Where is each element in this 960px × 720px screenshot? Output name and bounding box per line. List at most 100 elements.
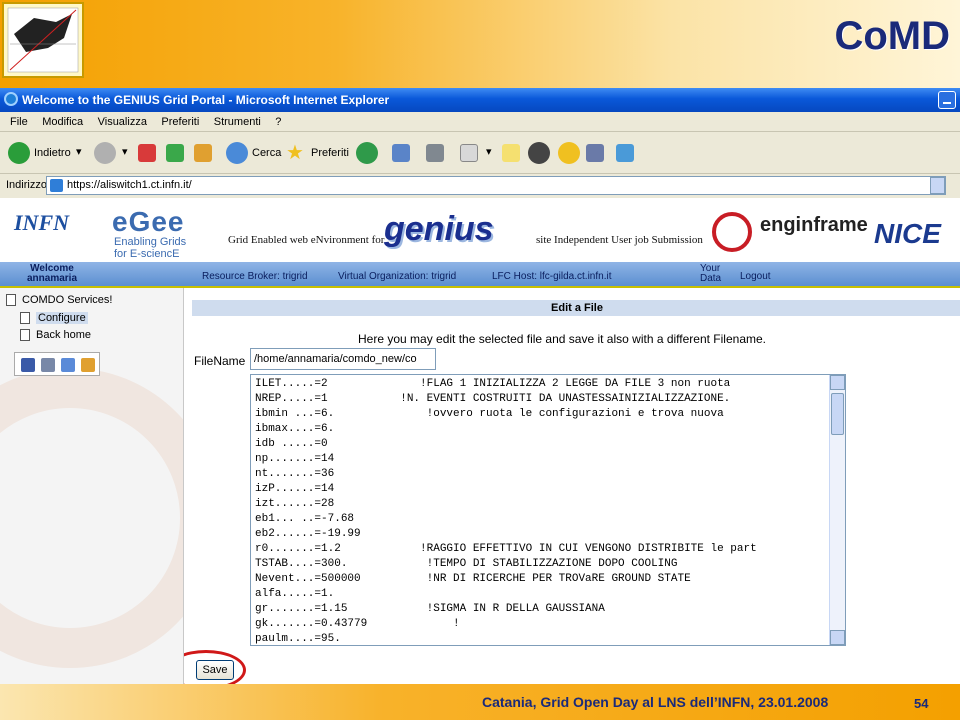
file-line: r0.......=1.2 !RAGGIO EFFETTIVO IN CUI V… [255,543,757,555]
file-line: alfa.....=1. [255,588,335,600]
save-button[interactable]: Save [196,660,234,680]
home-icon[interactable] [194,144,212,162]
portal-nav: Welcome annamaria Resource Broker: trigr… [0,262,960,288]
username: annamaria [26,273,78,284]
refresh-icon[interactable] [166,144,184,162]
file-line: Nevent...=500000 !NR DI RICERCHE PER TRO… [255,573,691,585]
file-line: gk.......=0.43779 ! [255,618,460,630]
favorites-button-label[interactable]: Preferiti [311,147,349,169]
forward-dropdown-icon[interactable]: ▾ [122,145,128,167]
menu-preferiti[interactable]: Preferiti [161,116,199,128]
lfc-host: LFC Host: lfc-gilda.ct.infn.it [492,271,612,282]
edit-panel: Edit a File Here you may edit the select… [184,288,960,684]
sidebar-item-label: Configure [36,312,88,324]
textarea-scrollbar[interactable] [829,375,845,645]
notes-icon[interactable] [81,358,95,372]
research-icon[interactable] [586,144,604,162]
file-line: idb .....=0 [255,438,328,450]
infn-logo: INFN [14,210,70,235]
scroll-thumb[interactable] [831,393,844,435]
sidebar-item-configure[interactable]: Configure [20,312,88,325]
mail-icon[interactable] [392,144,410,162]
print-icon[interactable] [41,358,55,372]
address-bar: Indirizzo https://aliswitch1.ct.infn.it/ [0,174,960,198]
page-content: INFN eGee Enabling Grids for E-sciencE G… [0,198,960,684]
back-button-label[interactable]: Indietro [34,147,71,169]
slide-title: CoMD [834,14,950,58]
nice-logo: NICE [874,218,941,249]
document-icon [20,329,30,342]
file-line: izt......=28 [255,498,335,510]
history-icon[interactable] [356,142,378,164]
ie-icon [4,92,18,106]
edit-description: Here you may edit the selected file and … [358,332,766,346]
file-line: eb1... ..=-7.68 [255,513,355,525]
scroll-up-icon[interactable] [830,375,845,390]
stop-icon[interactable] [138,144,156,162]
genius-full-name: Grid Enabled web eNvironment for [228,234,385,246]
sidebar-item-label: Back home [36,329,92,341]
sidebar-watermark [0,368,183,668]
menu-modifica[interactable]: Modifica [42,116,83,128]
file-line: TSTAB....=300. !TEMPO DI STABILIZZAZIONE… [255,558,678,570]
back-icon[interactable] [8,142,30,164]
file-line: gr.......=1.15 !SIGMA IN R DELLA GAUSSIA… [255,603,605,615]
file-line: eb2......=-19.99 [255,528,361,540]
portal-banner: INFN eGee Enabling Grids for E-sciencE G… [0,198,960,262]
save-icon[interactable] [21,358,35,372]
close-icon[interactable] [528,142,550,164]
genius-subtitle: site Independent User job Submission [536,234,703,246]
scroll-down-icon[interactable] [830,630,845,645]
your-data-link[interactable]: Your Data [700,264,721,284]
sidebar-item-back-home[interactable]: Back home [20,329,92,342]
minimize-button[interactable] [938,91,956,109]
edit-icon[interactable] [460,144,478,162]
page-number: 54 [914,696,929,711]
page-icon [50,179,63,192]
slide-footer: Catania, Grid Open Day al LNS dell’INFN,… [0,684,960,720]
menu-file[interactable]: File [10,116,28,128]
menu-strumenti[interactable]: Strumenti [214,116,261,128]
logout-link[interactable]: Logout [740,271,771,282]
mail-icon[interactable] [61,358,75,372]
favorites-icon[interactable]: ★ [286,140,304,164]
document-icon [20,312,30,325]
file-line: np.......=14 [255,453,335,465]
back-dropdown-icon[interactable]: ▾ [76,145,82,167]
address-label: Indirizzo [6,179,47,191]
menu-help[interactable]: ? [275,116,281,128]
sidebar-root[interactable]: COMDO Services! [6,294,113,307]
file-content: ILET.....=2 !FLAG 1 INIZIALIZZA 2 LEGGE … [255,377,827,645]
file-line: paulm....=95. [255,633,341,645]
discuss-icon[interactable] [502,144,520,162]
file-line: nt.......=36 [255,468,335,480]
address-input[interactable]: https://aliswitch1.ct.infn.it/ [46,176,946,195]
sidebar-root-label: COMDO Services! [22,294,113,306]
messenger-icon[interactable] [558,142,580,164]
comd-logo [2,2,84,78]
filename-input[interactable] [250,348,436,370]
services-sidebar: COMDO Services! Configure Back home [0,288,184,684]
menu-visualizza[interactable]: Visualizza [98,116,147,128]
edit-header: Edit a File [192,300,960,316]
address-dropdown-icon[interactable] [930,177,945,194]
print-icon[interactable] [426,144,444,162]
file-line: ibmin ...=6. !ovvero ruota le configuraz… [255,408,724,420]
genius-logo: genius [384,210,494,248]
filename-label: FileName [194,354,246,368]
enginframe-logo: enginframe [760,214,868,236]
menu-bar: File Modifica Visualizza Preferiti Strum… [0,112,960,132]
browser-window: Welcome to the GENIUS Grid Portal - Micr… [0,88,960,684]
welcome-user: Welcome annamaria [0,262,104,288]
egee-logo: eGee [112,206,185,237]
forward-icon[interactable] [94,142,116,164]
virtual-organization: Virtual Organization: trigrid [338,271,457,282]
folder-icon [6,294,16,307]
your-data-line2: Data [700,273,722,284]
edit-dropdown-icon[interactable]: ▾ [486,145,492,167]
search-button-label[interactable]: Cerca [252,147,281,169]
address-url: https://aliswitch1.ct.infn.it/ [67,179,192,191]
messenger-people-icon[interactable] [616,144,634,162]
search-icon[interactable] [226,142,248,164]
file-content-textarea[interactable]: ILET.....=2 !FLAG 1 INIZIALIZZA 2 LEGGE … [250,374,846,646]
